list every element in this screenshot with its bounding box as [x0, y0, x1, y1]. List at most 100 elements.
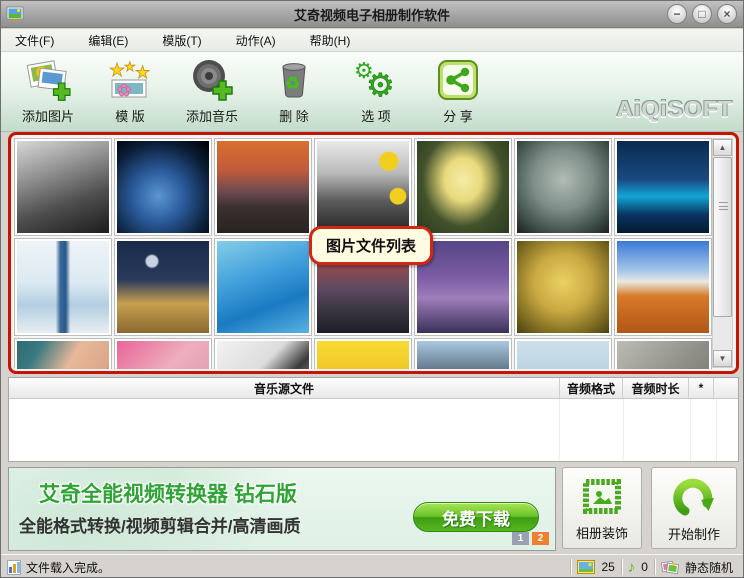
scrollbar-grip: [719, 202, 728, 210]
album-decorate-icon: [583, 478, 621, 514]
image-list-highlight: ▲ ▼ 图片文件列表: [8, 132, 739, 374]
ad-subtitle: 全能格式转换/视频剪辑合并/高清画质: [19, 517, 301, 536]
column-audio-format: 音频格式: [560, 378, 623, 398]
template-button[interactable]: ★ ★ ★ ✿ 模 版: [89, 56, 171, 128]
image-list-scrollbar[interactable]: ▲ ▼: [712, 138, 733, 368]
status-chart-icon: [7, 559, 21, 575]
options-label: 选 项: [361, 109, 391, 124]
ad-page-2[interactable]: 2: [532, 532, 549, 545]
ad-title: 艾奇全能视频转换器 钻石版: [39, 483, 297, 506]
share-label: 分 享: [443, 109, 473, 124]
menu-help[interactable]: 帮助(H): [306, 30, 355, 51]
share-icon: [435, 56, 481, 104]
column-divider: [690, 399, 691, 461]
thumbnail-koala[interactable]: [615, 339, 711, 369]
add-music-icon: [188, 56, 236, 104]
toolbar: 添加图片 ★ ★ ★ ✿ 模 版 添加音乐 ♻ 删 除 ⚙ ⚙ 选 项 分 享 …: [1, 52, 743, 132]
menu-file[interactable]: 文件(F): [11, 30, 58, 51]
thumbnail-monument-valley[interactable]: [615, 239, 711, 335]
menu-template[interactable]: 模版(T): [158, 30, 205, 51]
svg-text:⚙: ⚙: [366, 67, 395, 103]
ad-pager: 1 2: [512, 532, 549, 545]
free-download-button[interactable]: 免费下载: [413, 502, 539, 532]
delete-icon: ♻: [270, 56, 318, 104]
maximize-button[interactable]: □: [692, 4, 712, 24]
options-button[interactable]: ⚙ ⚙ 选 项: [335, 56, 417, 128]
thumbnail-water-splash-wave[interactable]: [215, 239, 311, 335]
window-title: 艾奇视频电子相册制作软件: [293, 7, 450, 23]
add-music-label: 添加音乐: [185, 109, 238, 124]
thumbnail-eiffel-tower-blue-art[interactable]: [15, 239, 111, 335]
title-bar: 艾奇视频电子相册制作软件 − □ ×: [1, 1, 743, 28]
ad-page-1[interactable]: 1: [512, 532, 529, 545]
status-separator: [653, 559, 655, 575]
options-icon: ⚙ ⚙: [352, 56, 400, 104]
thumbnail-ferris-wheel[interactable]: [515, 139, 611, 235]
add-images-button[interactable]: 添加图片: [7, 56, 89, 128]
image-count: 25: [601, 560, 615, 574]
column-divider: [716, 399, 717, 461]
add-music-button[interactable]: 添加音乐: [171, 56, 253, 128]
music-note-icon: ♪: [627, 558, 636, 576]
app-window: 艾奇视频电子相册制作软件 − □ × 文件(F) 编辑(E) 模版(T) 动作(…: [0, 0, 744, 578]
svg-text:✿: ✿: [117, 81, 131, 100]
svg-text:★: ★: [124, 59, 136, 74]
image-list-panel: ▲ ▼ 图片文件列表: [13, 137, 734, 369]
status-separator: [620, 559, 622, 575]
menu-action[interactable]: 动作(A): [232, 30, 280, 51]
album-decorate-button[interactable]: 相册装饰: [562, 467, 642, 549]
column-divider: [559, 399, 560, 461]
svg-text:★: ★: [109, 60, 125, 80]
share-button[interactable]: 分 享: [417, 56, 499, 128]
start-make-icon: [673, 478, 714, 515]
image-list-tooltip: 图片文件列表: [309, 226, 434, 265]
status-separator: [570, 559, 572, 575]
status-message: 文件载入完成。: [26, 560, 111, 575]
thumbnail-eiffel-tower-bw[interactable]: [15, 139, 111, 235]
thumbnail-stonehenge-sunset[interactable]: [215, 139, 311, 235]
add-images-icon: [24, 56, 72, 104]
delete-button[interactable]: ♻ 删 除: [253, 56, 335, 128]
thumbnail-king-penguins[interactable]: [415, 339, 511, 369]
music-table-header: 音乐源文件 音频格式 音频时长 *: [9, 378, 738, 399]
thumbnail-earth-from-space[interactable]: [115, 139, 211, 235]
thumbnail-zen-stones-flowers[interactable]: [315, 139, 411, 235]
delete-label: 删 除: [279, 109, 309, 124]
thumbnail-woman-in-pink[interactable]: [115, 339, 211, 369]
minimize-button[interactable]: −: [667, 4, 687, 24]
mode-photos-icon: ★: [660, 560, 679, 574]
scrollbar-thumb[interactable]: [713, 157, 732, 317]
thumbnail-yellow-tulips[interactable]: [315, 339, 411, 369]
thumbnail-girl-reading-paper[interactable]: [215, 339, 311, 369]
ad-banner[interactable]: 艾奇全能视频转换器 钻石版 全能格式转换/视频剪辑合并/高清画质 免费下载 1 …: [8, 467, 556, 551]
svg-text:★: ★: [671, 561, 676, 568]
aiqisoft-logo: AiQiSOFT: [616, 96, 733, 122]
music-table: 音乐源文件 音频格式 音频时长 *: [8, 377, 739, 462]
menu-edit[interactable]: 编辑(E): [84, 30, 132, 51]
svg-text:♻: ♻: [285, 74, 300, 93]
status-bar: 文件载入完成。 25 ♪ 0 ★ 静态随机: [1, 554, 743, 577]
thumbnail-face-closeup[interactable]: [15, 339, 111, 369]
svg-text:★: ★: [135, 63, 150, 82]
thumbnail-eiffel-tower-sepia[interactable]: [515, 239, 611, 335]
thumbnail-duckling[interactable]: [415, 139, 511, 235]
image-count-icon: [577, 560, 596, 574]
thumbnail-beach-sky[interactable]: [515, 339, 611, 369]
column-audio-duration: 音频时长: [623, 378, 689, 398]
menu-bar: 文件(F) 编辑(E) 模版(T) 动作(A) 帮助(H): [1, 29, 743, 52]
scroll-up-icon[interactable]: ▲: [713, 139, 732, 156]
start-make-button[interactable]: 开始制作: [651, 467, 737, 549]
thumbnail-colosseum-night[interactable]: [115, 239, 211, 335]
close-button[interactable]: ×: [717, 4, 737, 24]
template-label: 模 版: [115, 109, 145, 124]
thumbnail-harbour-bridge-night[interactable]: [615, 139, 711, 235]
template-icon: ★ ★ ★ ✿: [106, 56, 154, 104]
mode-label[interactable]: 静态随机: [685, 559, 733, 576]
column-asterisk: *: [689, 378, 714, 398]
column-music-source: 音乐源文件: [9, 378, 560, 398]
column-divider: [623, 399, 624, 461]
add-images-label: 添加图片: [21, 109, 74, 124]
album-decorate-label: 相册装饰: [575, 525, 628, 541]
scroll-down-icon[interactable]: ▼: [713, 350, 732, 367]
music-table-body[interactable]: [9, 399, 738, 461]
